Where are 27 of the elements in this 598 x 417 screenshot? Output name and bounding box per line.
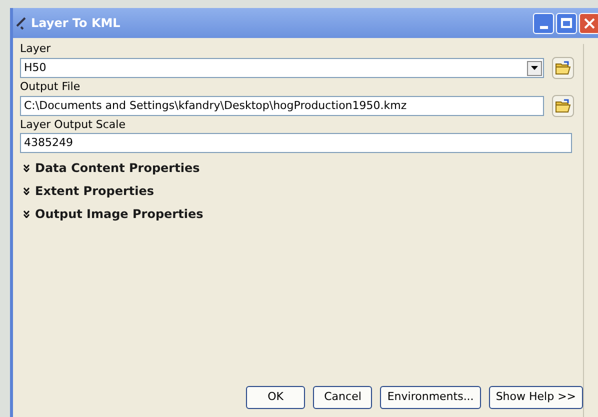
dialog-button[interactable]: OK xyxy=(246,386,306,409)
chevron-down-icon xyxy=(23,164,30,172)
window-title: Layer To KML xyxy=(31,15,120,32)
chevron-down-icon xyxy=(23,187,30,195)
chevron-down-icon xyxy=(23,210,30,218)
browse-button[interactable] xyxy=(552,57,574,79)
folder-icon xyxy=(555,99,571,113)
input-field[interactable]: 4385249 xyxy=(20,133,572,153)
maximize-icon xyxy=(561,18,572,28)
minimize-icon xyxy=(540,26,548,28)
section-header[interactable]: Extent Properties xyxy=(23,183,583,199)
field-label: Output File xyxy=(20,79,82,95)
section-header[interactable]: Data Content Properties xyxy=(23,160,583,176)
browse-button[interactable] xyxy=(552,95,574,117)
close-button[interactable] xyxy=(579,12,598,34)
dialog-button[interactable]: Cancel xyxy=(313,386,372,409)
dialog-button[interactable]: Show Help >> xyxy=(488,386,583,409)
dialog-button[interactable]: Environments... xyxy=(380,386,481,409)
minimize-button[interactable] xyxy=(533,12,554,34)
field-label: Layer xyxy=(20,41,52,57)
maximize-button[interactable] xyxy=(556,12,577,34)
input-field[interactable]: C:\Documents and Settings\kfandry\Desktop\hogProduction1950.kmz xyxy=(20,96,544,116)
folder-icon xyxy=(555,61,571,75)
field-label: Layer Output Scale xyxy=(20,117,126,133)
layer-dropdown[interactable]: H50 xyxy=(20,58,544,78)
section-header[interactable]: Output Image Properties xyxy=(23,206,583,222)
close-icon xyxy=(584,18,595,28)
